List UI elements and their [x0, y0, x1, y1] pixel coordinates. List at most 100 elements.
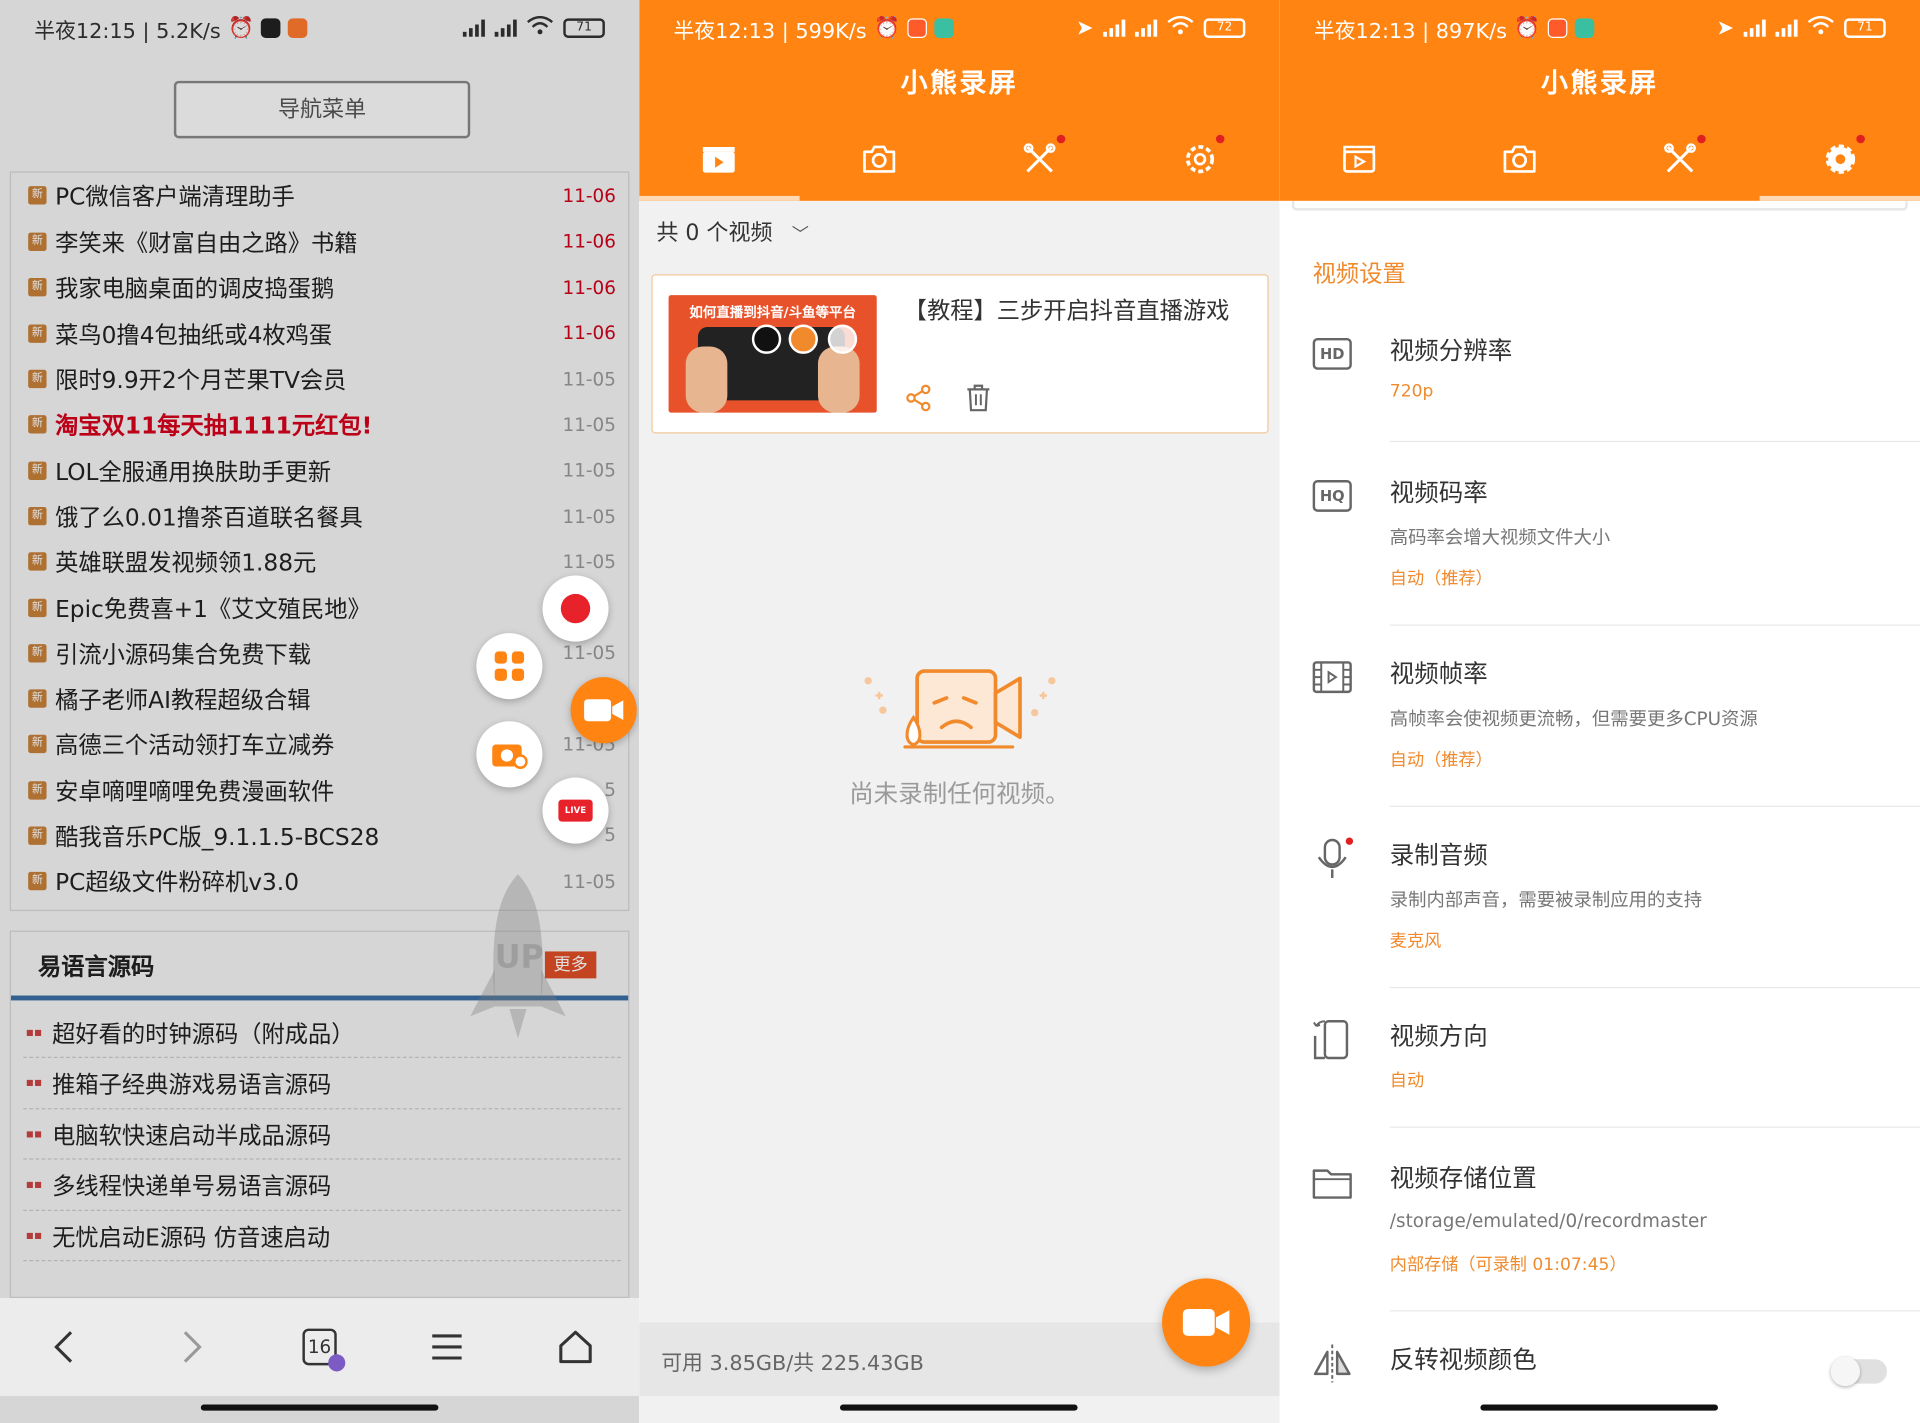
setting-description: 高码率会增大视频文件大小	[1389, 526, 1611, 549]
sad-camera-icon	[863, 669, 1055, 749]
divider	[1389, 1310, 1920, 1312]
alarm-icon: ⏰	[1514, 15, 1541, 41]
video-count-dropdown[interactable]: 共 0 个视频 ﹀	[656, 216, 809, 248]
main-tabs	[639, 118, 1279, 201]
signal-icon	[1743, 19, 1766, 37]
home-indicator[interactable]	[200, 1404, 439, 1411]
main-tabs	[1280, 118, 1920, 201]
signal-hd-icon	[1775, 19, 1798, 37]
section-title: 视频设置	[1312, 260, 1406, 288]
share-icon[interactable]	[904, 383, 933, 412]
film-icon	[1311, 656, 1353, 698]
hamburger-icon	[432, 1334, 463, 1360]
new-badge-icon	[1856, 134, 1866, 144]
toolbox-button[interactable]	[476, 633, 543, 700]
hq-icon: HQ	[1311, 475, 1353, 517]
folder-icon	[1311, 1161, 1353, 1203]
tab-settings[interactable]	[1119, 118, 1279, 201]
tab-screenshots[interactable]	[1440, 118, 1600, 201]
live-button[interactable]: LIVE	[542, 777, 609, 844]
signal-hd-icon	[1135, 19, 1158, 37]
tab-videos[interactable]	[639, 118, 799, 201]
grid-icon	[494, 651, 525, 681]
camera-tool-icon	[492, 744, 528, 769]
tab-settings[interactable]	[1759, 118, 1920, 201]
gear-icon	[1825, 144, 1855, 174]
browser-bottom-nav: 16	[0, 1297, 640, 1396]
video-title[interactable]: 【教程】三步开启抖音直播游戏	[904, 293, 1230, 326]
setting-value: 自动（推荐）	[1389, 569, 1493, 589]
tab-screenshots[interactable]	[799, 118, 959, 201]
chevron-right-icon	[183, 1331, 202, 1363]
start-recording-button[interactable]	[1162, 1278, 1251, 1367]
floating-camera-ball[interactable]	[570, 677, 637, 744]
setting-value: 自动	[1389, 1071, 1425, 1092]
status-time: 半夜12:13 | 599K/s	[673, 18, 867, 44]
camera-icon	[863, 145, 896, 173]
status-bar: 半夜12:13 | 897K/s ⏰ ➤ 71	[1280, 0, 1920, 56]
tab-videos[interactable]	[1280, 118, 1440, 201]
app-header: 半夜12:13 | 897K/s ⏰ ➤ 71 小熊录屏	[1279, 0, 1920, 201]
trash-icon[interactable]	[964, 383, 993, 412]
douyu-icon	[788, 324, 818, 354]
tab-tools[interactable]	[1600, 118, 1760, 201]
chevron-left-icon	[54, 1331, 73, 1363]
tutorial-video-card[interactable]: 如何直播到抖音/斗鱼等平台 【教程】三步开启抖音直播游戏	[651, 274, 1269, 434]
setting-description: 高帧率会使视频更流畅，但需要更多CPU资源	[1389, 707, 1758, 730]
notification-app-icon	[934, 18, 954, 38]
incognito-icon	[328, 1354, 346, 1372]
video-clapper-icon	[703, 146, 736, 173]
setting-name: 视频存储位置	[1389, 1163, 1537, 1193]
icon-label: HD	[1319, 345, 1345, 363]
card-edge	[1291, 200, 1908, 211]
record-button[interactable]	[542, 575, 609, 642]
setting-name: 视频码率	[1389, 477, 1488, 507]
record-dot-icon	[560, 593, 591, 624]
settings-panel: 半夜12:13 | 897K/s ⏰ ➤ 71 小熊录屏 视频设置 HD 视频分…	[1279, 0, 1920, 1423]
battery-icon: 72	[1203, 18, 1246, 38]
live-icon: LIVE	[558, 799, 593, 822]
status-time: 半夜12:13 | 897K/s	[1313, 18, 1508, 44]
setting-value: 内部存储（可录制 01:07:45）	[1389, 1255, 1627, 1275]
video-thumbnail[interactable]: 如何直播到抖音/斗鱼等平台	[668, 295, 877, 413]
setting-name: 反转视频颜色	[1389, 1344, 1537, 1374]
screenshot-button[interactable]	[476, 721, 543, 788]
tab-tools[interactable]	[959, 118, 1119, 201]
tab-count: 16	[302, 1328, 346, 1372]
setting-value: 麦克风	[1389, 931, 1442, 952]
new-badge-icon	[1216, 134, 1225, 144]
video-camera-icon	[1182, 1308, 1230, 1336]
video-camera-icon	[584, 699, 624, 722]
video-list-panel: 半夜12:13 | 599K/s ⏰ ➤ 72 小熊录屏 共 0 个视频 ﹀ 如…	[639, 0, 1280, 1423]
setting-value: 自动（推荐）	[1389, 750, 1493, 771]
tools-icon	[1663, 143, 1696, 173]
recorder-app-icon	[907, 18, 927, 38]
new-badge-icon	[1056, 134, 1065, 144]
invert-color-toggle[interactable]	[1830, 1356, 1887, 1387]
divider	[1389, 805, 1920, 807]
menu-button[interactable]	[411, 1310, 484, 1383]
back-button[interactable]	[27, 1310, 100, 1383]
home-icon	[558, 1330, 592, 1364]
gear-icon	[1185, 145, 1214, 174]
wifi-icon	[1807, 15, 1834, 41]
app-header: 半夜12:13 | 599K/s ⏰ ➤ 72 小熊录屏	[639, 0, 1280, 201]
home-button[interactable]	[538, 1310, 611, 1383]
home-indicator[interactable]	[840, 1404, 1078, 1411]
forward-button[interactable]	[155, 1310, 228, 1383]
signal-icon	[1103, 19, 1126, 37]
microphone-icon	[1311, 837, 1354, 880]
location-icon: ➤	[1716, 15, 1734, 41]
empty-message: 尚未录制任何视频。	[849, 778, 1070, 809]
tools-icon	[1023, 143, 1056, 173]
location-icon: ➤	[1076, 15, 1094, 41]
setting-value: 720p	[1389, 382, 1434, 402]
divider	[1389, 440, 1920, 443]
home-indicator[interactable]	[1480, 1404, 1718, 1411]
battery-icon: 71	[1844, 18, 1886, 38]
tabs-button[interactable]: 16	[283, 1310, 356, 1383]
setting-name: 录制音频	[1389, 840, 1488, 870]
setting-name: 视频分辨率	[1389, 335, 1513, 365]
divider	[1389, 986, 1920, 989]
storage-info: 可用 3.85GB/共 225.43GB	[661, 1351, 924, 1377]
